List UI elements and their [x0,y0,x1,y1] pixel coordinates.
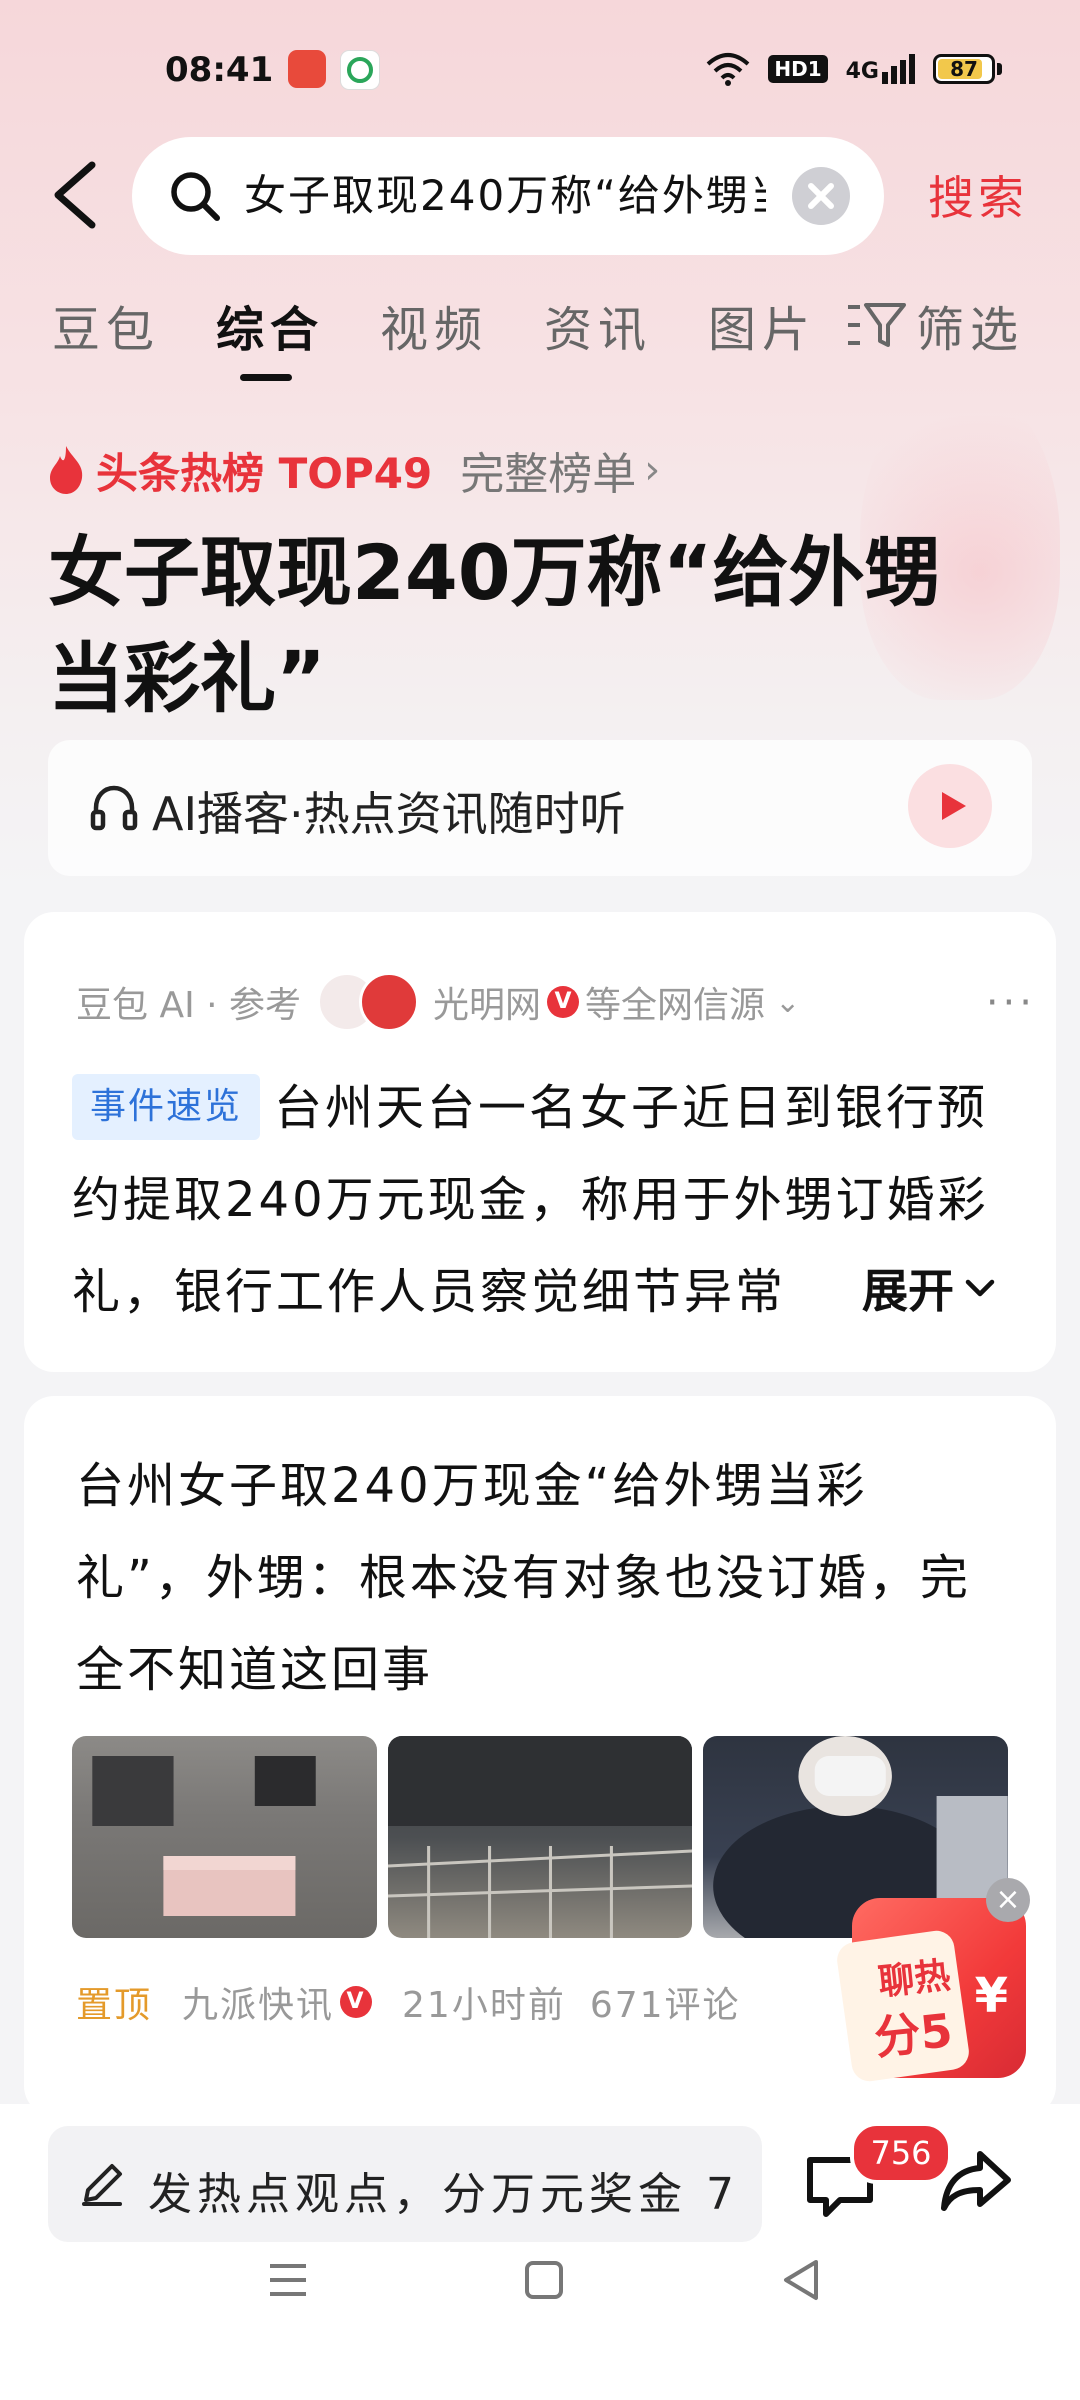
battery-icon: 87 [933,54,995,84]
home-icon[interactable] [514,2250,574,2310]
status-time: 08:41 [165,50,274,90]
tab-news[interactable]: 资讯 [544,290,652,360]
verified-icon: V [547,986,580,1018]
play-icon [942,792,966,820]
status-bar: 08:41 HD1 4G 87 [0,0,1080,140]
promo-close-button[interactable]: × [986,1878,1030,1922]
expand-label: 展开 [862,1264,954,1318]
filter-label: 筛选 [916,302,1025,358]
close-icon [808,183,834,209]
battery-level: 87 [950,57,978,81]
hot-rank-label: 头条热榜 TOP49 [96,448,433,498]
tab-images[interactable]: 图片 [708,290,816,360]
news-title[interactable]: 台州女子取240万现金“给外甥当彩礼”，外甥：根本没有对象也没订婚，完全不知道这… [76,1440,976,1716]
pinned-badge: 置顶 [76,1985,153,2026]
hd-badge: HD1 [768,55,828,83]
chevron-right-icon: › [644,447,661,493]
battery-tip [997,63,1002,75]
news-image[interactable] [387,1736,693,1938]
filter-icon [848,303,906,347]
yen-icon: ¥ [974,1968,1008,2024]
news-time: 21小时前 [402,1985,566,2026]
back-button[interactable] [48,155,108,235]
chevron-down-icon[interactable]: ⌄ [775,985,800,1020]
menu-icon[interactable] [258,2250,318,2310]
news-image[interactable] [72,1736,377,1938]
comment-placeholder: 发热点观点，分万元奖金 7. [148,2169,738,2214]
expand-button[interactable]: 展开 [802,1242,1000,1334]
podcast-label: AI播客·热点资讯随时听 [152,787,626,841]
back-arrow-icon [54,161,96,229]
tab-general[interactable]: 综合 [216,290,324,360]
signal-icon: 4G [846,54,915,84]
event-tag: 事件速览 [72,1074,261,1140]
floating-promo[interactable]: 聊热 分5 ¥ × [834,1878,1030,2084]
share-icon[interactable] [936,2140,1016,2220]
filter-button[interactable]: 筛选 [846,290,1024,360]
ai-source-prefix: 豆包 AI · 参考 [76,985,302,1026]
active-tab-indicator [240,374,292,381]
network-type: 4G [845,59,879,84]
search-icon [171,172,220,221]
wifi-icon [707,53,750,86]
status-indicators: HD1 4G 87 [706,52,1002,86]
search-button[interactable]: 搜索 [928,162,1028,228]
more-options-icon[interactable]: ··· [986,980,1036,1026]
back-nav-icon[interactable] [772,2250,832,2310]
tab-doubao[interactable]: 豆包 [52,290,160,360]
hot-list-row[interactable]: 头条热榜 TOP49 完整榜单 › [46,440,660,500]
tab-video[interactable]: 视频 [380,290,488,360]
pen-icon [82,2164,122,2206]
chevron-down-icon [965,1279,995,1297]
tab-bar: 豆包 综合 视频 资讯 图片 筛选 [0,290,1080,381]
news-comments[interactable]: 671评论 [590,1976,741,2028]
ai-source-name[interactable]: 光明网 [433,976,541,1028]
news-source[interactable]: 九派快讯 [182,1976,334,2028]
headphones-icon [90,785,138,831]
source-avatar [359,972,420,1032]
news-meta: 置顶 九派快讯 V 21小时前 671评论 [76,1976,741,2028]
bank-app-icon [288,50,326,88]
clear-search-button[interactable] [792,167,850,225]
ai-source-row: 豆包 AI · 参考 光明网 V 等全网信源 ⌄ ··· [76,972,1036,1032]
search-box[interactable]: 女子取现240万称“给外甥当彩礼” [132,137,884,255]
fire-icon [50,446,83,494]
search-input[interactable]: 女子取现240万称“给外甥当彩礼” [244,167,766,225]
page-title: 女子取现240万称“给外甥当彩礼” [48,528,941,723]
promo-card[interactable]: 聊热 分5 ¥ [834,1898,1026,2084]
ai-source-suffix: 等全网信源 [585,985,766,1026]
play-button[interactable] [908,764,992,848]
full-list-link[interactable]: 完整榜单 [460,438,636,502]
system-nav-bar [0,2220,1080,2340]
mobile-app-icon [340,50,380,90]
ai-podcast-bar[interactable]: AI播客·热点资讯随时听 [48,740,1032,876]
ai-summary-card: 豆包 AI · 参考 光明网 V 等全网信源 ⌄ ··· 事件速览 台州天台一名女… [24,912,1056,1372]
bottom-bar: 发热点观点，分万元奖金 7. 756 [0,2104,1080,2400]
promo-line-2: 分5 [871,2003,955,2065]
verified-icon: V [340,1986,373,2018]
